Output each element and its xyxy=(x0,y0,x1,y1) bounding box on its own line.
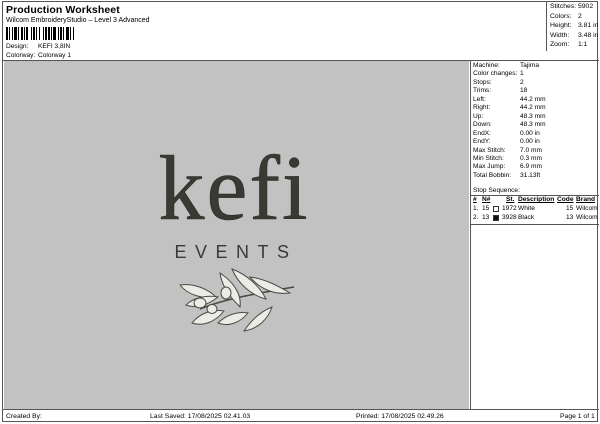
printed-date: Printed: 17/08/2025 02.49.26 xyxy=(356,413,444,420)
info-row-right: Right: 44.2 mm xyxy=(473,104,546,112)
design-name-row: Design: KEFI 3,8IN xyxy=(6,43,70,50)
info-row-machine: Machine: Tajima xyxy=(473,62,540,69)
colorway-label: Colorway: xyxy=(6,52,36,59)
info-row-left: Left: 44.2 mm xyxy=(473,95,546,103)
design-label: Design: xyxy=(6,43,29,50)
summary-row-width: Width: 3.48 in xyxy=(550,31,599,39)
info-row-stops: Stops: 2 xyxy=(473,78,524,86)
created-by: Created By: xyxy=(6,413,42,420)
logo-word: kefi xyxy=(158,137,309,239)
info-row-colorchanges: Color changes: 1 xyxy=(473,70,524,78)
last-saved: Last Saved: 17/08/2025 02.41.03 xyxy=(150,413,251,420)
design-preview: kefi EVENTS xyxy=(4,61,469,409)
barcode-image xyxy=(6,27,91,40)
stop-sequence-end xyxy=(471,224,599,225)
stop-sequence-title: Stop Sequence: xyxy=(473,187,520,194)
worksheet-header: Production Worksheet Wilcom EmbroiderySt… xyxy=(3,2,546,61)
info-row-endx: EndX: 0.00 in xyxy=(473,129,540,137)
colorway-value: Colorway 1 xyxy=(38,52,71,59)
logo-subtitle: EVENTS xyxy=(174,242,297,262)
info-row-trims: Trims: 18 xyxy=(473,87,528,95)
info-row-maxjump: Max Jump: 6.9 mm xyxy=(473,163,542,171)
colorway-row: Colorway: Colorway 1 xyxy=(6,52,71,59)
stop-sequence-row: 2. 13 3928 Black 13 Wilcom xyxy=(473,214,598,221)
info-row-minstitch: Min Stitch: 0.3 mm xyxy=(473,154,542,162)
worksheet-page: Production Worksheet Wilcom EmbroiderySt… xyxy=(2,1,599,422)
footer-divider xyxy=(3,409,599,410)
summary-row-height: Height: 3.81 in xyxy=(550,22,599,29)
page-title: Production Worksheet xyxy=(6,4,120,16)
info-row-up: Up: 48.3 mm xyxy=(473,112,546,120)
summary-row-zoom: Zoom: 1:1 xyxy=(550,41,588,48)
summary-row-colors: Colors: 2 xyxy=(550,12,582,20)
thread-swatch xyxy=(493,206,499,212)
info-row-totalbobbin: Total Bobbin: 31.13ft xyxy=(473,171,541,179)
summary-row-stitches: Stitches: 5902 xyxy=(550,3,594,10)
info-row-down: Down: 48.3 mm xyxy=(473,121,546,129)
design-value: KEFI 3,8IN xyxy=(38,43,71,50)
info-row-endy: EndY: 0.00 in xyxy=(473,138,540,146)
machine-info-panel: Machine: Tajima Color changes: 1 Stops: 2 Trim… xyxy=(470,61,599,409)
info-row-maxstitch: Max Stitch: 7.0 mm xyxy=(473,146,542,154)
embroidery-design: kefi EVENTS xyxy=(158,137,309,332)
olive-branch-icon xyxy=(179,268,295,332)
page-number: Page 1 of 1 xyxy=(560,413,595,420)
design-summary: Stitches: 5902 Colors: 2 Height: 3.81 in Wi… xyxy=(546,2,599,51)
software-subtitle: Wilcom EmbroideryStudio – Level 3 Advanc… xyxy=(6,17,150,24)
thread-swatch xyxy=(493,215,499,221)
stop-sequence-row: 1. 15 1972 White 15 Wilcom xyxy=(473,205,598,212)
